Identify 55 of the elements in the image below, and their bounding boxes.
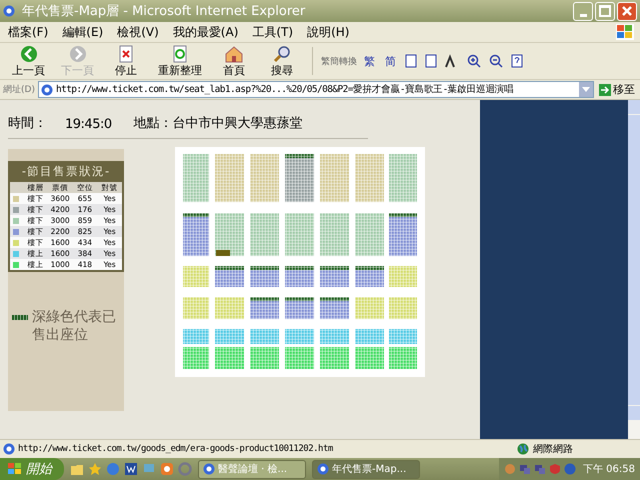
go-button[interactable]: 移至 [597, 82, 637, 97]
arrow-icon [599, 84, 611, 96]
tray-icon[interactable] [504, 463, 516, 475]
toolbar-button[interactable]: 首頁 [212, 44, 256, 78]
close-icon [621, 5, 633, 17]
scrollbar[interactable] [628, 100, 640, 439]
event-time: 19:45:0 [65, 117, 112, 132]
menu-item[interactable]: 檔案(F) [8, 24, 48, 40]
search-icon [272, 44, 292, 62]
zoom-in-icon[interactable] [467, 54, 481, 68]
legend-note: 深綠色代表已售出座位 [32, 308, 117, 344]
help-icon[interactable] [511, 54, 523, 68]
minimize-button[interactable] [573, 2, 593, 20]
document-icon [405, 54, 417, 68]
network-icon[interactable] [534, 463, 546, 475]
menu-item[interactable]: 我的最愛(A) [172, 24, 238, 40]
event-venue: 地點：台中市中興大學惠蓀堂 [134, 115, 303, 132]
page-icon [3, 443, 15, 455]
traditional-button[interactable]: 繁 [361, 54, 378, 68]
menu-item[interactable]: 編輯(E) [62, 24, 104, 40]
dropdown-caret-icon [582, 86, 590, 92]
clock: 下午 06:58 [583, 463, 635, 476]
menu-item[interactable]: 工具(T) [252, 24, 294, 40]
close-button[interactable] [617, 2, 637, 20]
gear-icon[interactable] [178, 462, 192, 476]
windows-logo-icon [616, 24, 634, 40]
time-label: 時間： [8, 115, 47, 132]
address-field[interactable]: http://www.ticket.com.tw/seat_lab1.asp?%20...%20/05/08&P2=愛拚才會贏-寶島歌王-葉啟田巡迴演唱 [38, 81, 594, 98]
folder-icon[interactable] [70, 462, 84, 476]
toolbar-button[interactable]: 上一頁 [6, 44, 51, 78]
toolbar-button[interactable]: 停止 [104, 44, 148, 78]
restore-button[interactable] [595, 2, 615, 20]
globe-icon [517, 443, 529, 455]
sold-seat-icon [12, 315, 28, 320]
toolbar-button[interactable]: 重新整理 [152, 44, 208, 78]
window-title: 年代售票-Map層 - Microsoft Internet Explorer [22, 3, 306, 20]
document-icon [425, 54, 437, 68]
start-button[interactable]: 開始 [0, 458, 64, 480]
status-url: http://www.ticket.com.tw/goods_edm/era-goods-product10011202.htm [18, 444, 334, 454]
convert-label: 繁簡轉換 [321, 56, 357, 68]
legend-title: -節目售票狀況- [10, 163, 122, 182]
star-icon[interactable] [88, 462, 102, 476]
toolbar-button[interactable]: 搜尋 [260, 44, 304, 78]
simplified-button[interactable]: 简 [382, 54, 399, 68]
menu-item[interactable]: 檢視(V) [117, 24, 159, 40]
menu-item[interactable]: 說明(H) [307, 24, 350, 40]
house-icon [224, 44, 244, 62]
taskbar-task[interactable]: 年代售票-Map... [312, 460, 420, 478]
zoom-out-icon[interactable] [489, 54, 503, 68]
shield-icon[interactable] [549, 463, 561, 475]
document-icon[interactable] [124, 462, 138, 476]
windows-logo-icon [8, 463, 22, 475]
address-label: 網址(D) [3, 84, 35, 96]
security-zone: 網際網路 [533, 443, 573, 456]
network-icon[interactable] [519, 463, 531, 475]
